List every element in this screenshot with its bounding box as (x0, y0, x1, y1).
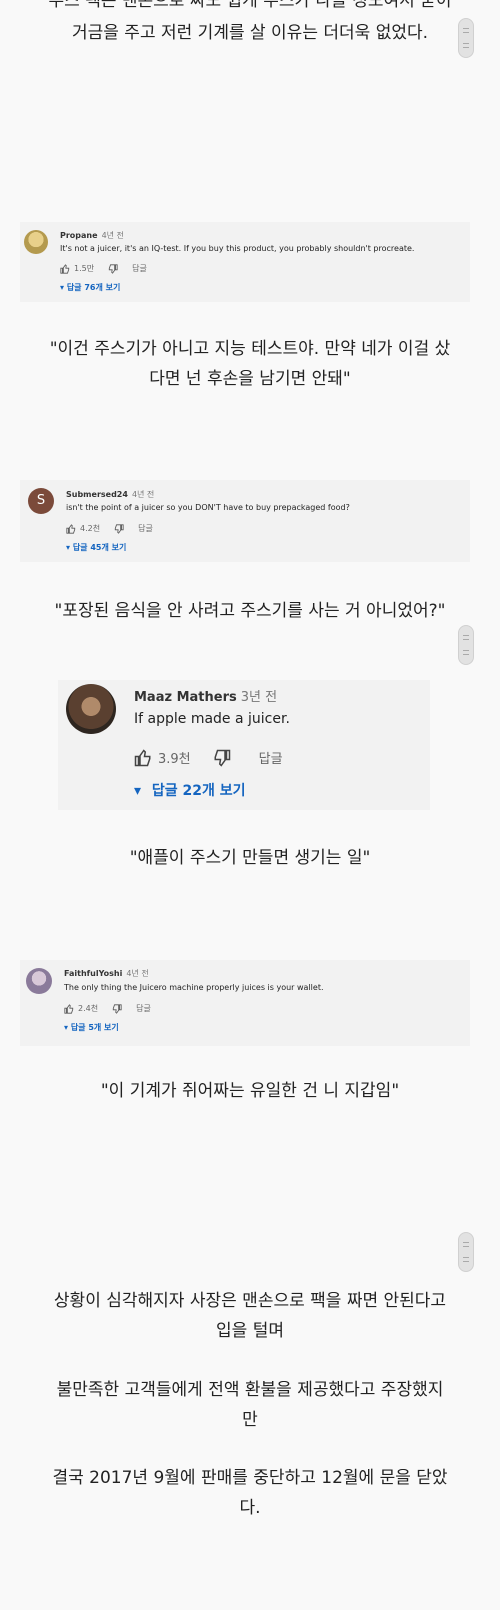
scroll-handle-2[interactable] (458, 625, 474, 665)
comment-card-maaz-mathers: Maaz Mathers 3년 전 If apple made a juicer.… (58, 680, 430, 810)
chevron-down-icon: ▾ (60, 283, 65, 292)
comment-text: It's not a juicer, it's an IQ-test. If y… (60, 244, 415, 253)
avatar: S (28, 488, 54, 514)
view-replies-button[interactable]: ▾ 답글 76개 보기 (60, 282, 120, 293)
like-count: 3.9천 (158, 752, 191, 767)
like-count: 4.2천 (80, 524, 101, 533)
bottom-p3-line1: 결국 2017년 9월에 판매를 중단하고 12월에 문을 닫았 (52, 1468, 448, 1488)
caption-2: "포장된 음식을 안 사려고 주스기를 사는 거 아니었어?" (54, 601, 446, 621)
thumbs-up-icon[interactable] (134, 748, 152, 767)
caption-4: "이 기계가 쥐어짜는 유일한 건 니 지갑임" (100, 1081, 400, 1101)
view-replies-label: 답글 45개 보기 (72, 543, 127, 552)
avatar (24, 230, 48, 254)
bottom-p1-line1: 상황이 심각해지자 사장은 맨손으로 팩을 짜면 안된다고 (53, 1291, 447, 1311)
chevron-down-icon: ▾ (134, 783, 142, 799)
chevron-down-icon: ▾ (64, 1023, 69, 1032)
thumbs-up-icon[interactable] (60, 263, 70, 274)
top-text-line2: 거금을 주고 저런 기계를 살 이유는 더더욱 없었다. (71, 23, 429, 43)
comment-author: FaithfulYoshi (64, 969, 123, 978)
view-replies-label: 답글 22개 보기 (151, 783, 246, 799)
comment-author: Submersed24 (66, 490, 128, 499)
thumbs-down-icon[interactable] (114, 523, 124, 534)
like-count: 1.5만 (74, 264, 95, 273)
reply-button[interactable]: 답글 (136, 1003, 151, 1014)
bottom-p2-line2: 만 (242, 1410, 258, 1430)
scroll-handle-1[interactable] (458, 18, 474, 58)
thumbs-down-icon[interactable] (112, 1003, 122, 1014)
view-replies-label: 답글 5개 보기 (70, 1023, 119, 1032)
comment-time: 3년 전 (240, 690, 278, 705)
avatar-letter: S (36, 493, 46, 508)
caption-3: "애플이 주스기 만들면 생기는 일" (129, 848, 371, 868)
thumbs-down-icon[interactable] (213, 749, 231, 767)
top-text-line1: 주스 팩은 맨손으로 짜도 쉽게 주스가 나올 정도여서 굳이 (48, 0, 452, 11)
comment-text: The only thing the Juicero machine prope… (64, 983, 324, 992)
view-replies-button[interactable]: ▾ 답글 22개 보기 (134, 780, 246, 800)
caption-1-line2: 다면 넌 후손을 남기면 안돼" (149, 369, 351, 389)
comment-author: Maaz Mathers (134, 690, 237, 705)
comment-card-submersed24: S Submersed24 4년 전 isn't the point of a j… (20, 480, 470, 562)
bottom-p2-line1: 불만족한 고객들에게 전액 환불을 제공했다고 주장했지 (56, 1380, 444, 1400)
avatar (26, 968, 52, 994)
comment-time: 4년 전 (131, 490, 155, 499)
comment-card-faithfulyoshi: FaithfulYoshi 4년 전 The only thing the Jui… (20, 960, 470, 1046)
comment-author: Propane (60, 231, 98, 240)
thumbs-down-icon[interactable] (108, 263, 118, 274)
bottom-p1-line2: 입을 털며 (216, 1321, 284, 1341)
avatar (66, 684, 116, 734)
reply-button[interactable]: 답글 (259, 748, 283, 767)
comment-time: 4년 전 (101, 231, 124, 240)
reply-button[interactable]: 답글 (132, 263, 147, 274)
thumbs-up-icon[interactable] (64, 1003, 74, 1014)
bottom-p3-line2: 다. (239, 1498, 261, 1518)
comment-card-propane: Propane 4년 전 It's not a juicer, it's an I… (20, 222, 470, 302)
view-replies-button[interactable]: ▾ 답글 45개 보기 (66, 542, 126, 553)
reply-button[interactable]: 답글 (138, 523, 153, 534)
view-replies-button[interactable]: ▾ 답글 5개 보기 (64, 1022, 119, 1033)
chevron-down-icon: ▾ (66, 543, 71, 552)
caption-1-line1: "이건 주스기가 아니고 지능 테스트야. 만약 네가 이걸 샀 (49, 339, 451, 359)
comment-text: isn't the point of a juicer so you DON'T… (66, 503, 350, 512)
like-count: 2.4천 (78, 1004, 99, 1013)
view-replies-label: 답글 76개 보기 (66, 283, 121, 292)
scroll-handle-3[interactable] (458, 1232, 474, 1272)
thumbs-up-icon[interactable] (66, 523, 76, 534)
comment-time: 4년 전 (126, 969, 149, 978)
comment-text: If apple made a juicer. (134, 711, 290, 727)
